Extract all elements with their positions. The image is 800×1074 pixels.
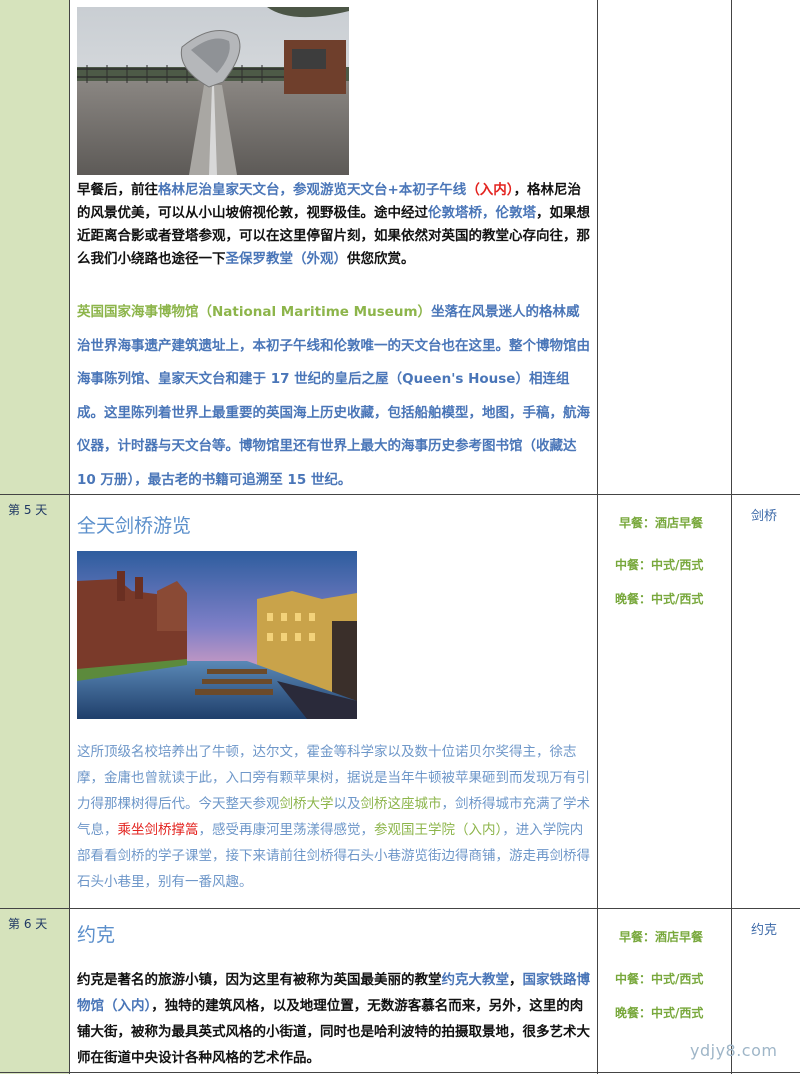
text-segment: ， <box>509 972 523 988</box>
day-5-dinner: 晚餐：中式/西式 <box>615 592 704 606</box>
day-6-city: 约克 <box>751 923 778 938</box>
text-segment: 早餐后，前往 <box>77 182 158 198</box>
highlight-maritime-museum: 英国国家海事博物馆（National Maritime Museum） <box>77 304 432 320</box>
maritime-museum-paragraph: 英国国家海事博物馆（National Maritime Museum）坐落在风景… <box>77 296 592 497</box>
text-segment: 以及 <box>333 796 361 812</box>
cambridge-river-photo <box>77 551 357 719</box>
day-5-title: 全天剑桥游览 <box>77 515 192 537</box>
highlight-york-minster: 约克大教堂 <box>441 972 510 988</box>
day-6-breakfast: 早餐：酒店早餐 <box>619 930 704 944</box>
day-6-label: 第 6 天 <box>8 917 48 931</box>
highlight-punting: 乘坐剑桥撑篙 <box>117 822 199 838</box>
highlight-st-pauls: 圣保罗教堂（外观） <box>225 251 348 267</box>
greenwich-itinerary-paragraph: 早餐后，前往格林尼治皇家天文台，参观游览天文台+本初子午线（入内），格林尼治的风… <box>77 179 592 271</box>
highlight-cambridge-city: 剑桥这座城市 <box>360 796 442 812</box>
text-segment: 供您欣赏。 <box>347 251 415 267</box>
text-segment: ，独特的建筑风格，以及地理位置，无数游客慕名而来，另外，这里的肉铺大街，被称为最… <box>77 998 590 1066</box>
text-segment: 约克是著名的旅游小镇，因为这里有被称为英国最美丽的教堂 <box>77 972 442 988</box>
highlight-cambridge-university: 剑桥大学 <box>279 796 334 812</box>
greenwich-meridian-photo <box>77 7 349 175</box>
day-5-city: 剑桥 <box>751 509 778 524</box>
day-5-breakfast: 早餐：酒店早餐 <box>619 516 704 530</box>
cambridge-paragraph: 这所顶级名校培养出了牛顿，达尔文，霍金等科学家以及数十位诺贝尔奖得主，徐志摩，金… <box>77 739 592 895</box>
highlight-kings-college: 参观国王学院（入内） <box>374 822 503 838</box>
highlight-greenwich-observatory: 格林尼治皇家天文台，参观游览天文台+本初子午线 <box>158 182 467 198</box>
highlight-tower-bridge: 伦敦塔桥，伦敦塔 <box>428 205 536 221</box>
day-6-dinner: 晚餐：中式/西式 <box>615 1006 704 1020</box>
table-row-divider <box>0 1072 800 1073</box>
day-5-label: 第 5 天 <box>8 503 48 517</box>
table-border <box>597 0 598 1074</box>
site-watermark: ydjy8.com <box>690 1041 778 1060</box>
text-segment: ，感受再康河里荡漾得感觉， <box>198 822 375 838</box>
highlight-entry: （入内） <box>466 182 514 198</box>
table-border <box>731 0 732 1074</box>
day-5-lunch: 中餐：中式/西式 <box>615 558 704 572</box>
day-6-lunch: 中餐：中式/西式 <box>615 972 704 986</box>
day-column-background <box>0 0 69 1074</box>
table-border <box>69 0 70 1074</box>
text-segment: 坐落在风景迷人的格林威治世界海事遗产建筑遗址上，本初子午线和伦敦唯一的天文台也在… <box>77 304 590 488</box>
table-row-divider <box>0 908 800 909</box>
york-paragraph: 约克是著名的旅游小镇，因为这里有被称为英国最美丽的教堂约克大教堂，国家铁路博物馆… <box>77 967 592 1071</box>
day-6-title: 约克 <box>77 924 116 946</box>
